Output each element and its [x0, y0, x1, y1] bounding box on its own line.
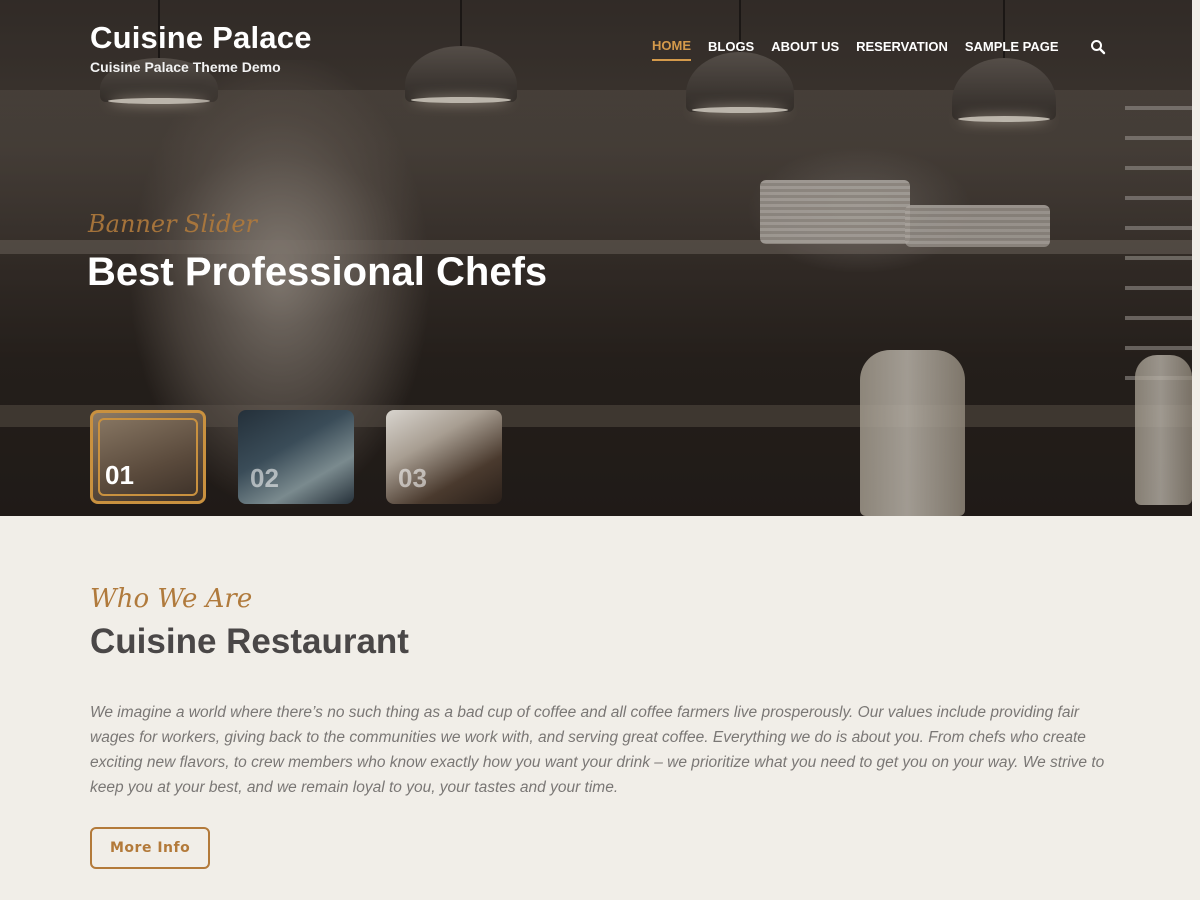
site-branding: Cuisine Palace Cuisine Palace Theme Demo	[90, 20, 312, 75]
main-navigation: HOME BLOGS ABOUT US RESERVATION SAMPLE P…	[652, 38, 1106, 61]
nav-item-home[interactable]: HOME	[652, 38, 691, 61]
section-heading: Cuisine Restaurant	[90, 622, 409, 661]
slide-number: 03	[398, 463, 427, 493]
site-title[interactable]: Cuisine Palace	[90, 20, 312, 56]
more-info-button[interactable]: More Info	[90, 827, 211, 869]
about-section: Who We Are Cuisine Restaurant We imagine…	[90, 584, 1110, 869]
nav-item-about-us[interactable]: ABOUT US	[771, 39, 839, 60]
slide-number: 02	[250, 463, 279, 493]
slide-number: 01	[105, 460, 134, 490]
slider-eyebrow: Banner Slider	[88, 210, 257, 238]
slider-thumbnails: 01 02 03	[90, 410, 534, 504]
search-icon[interactable]	[1090, 39, 1106, 55]
slider-title: Best Professional Chefs	[87, 250, 548, 294]
nav-item-reservation[interactable]: RESERVATION	[856, 39, 948, 60]
section-body: We imagine a world where there’s no such…	[90, 704, 1105, 796]
nav-item-sample-page[interactable]: SAMPLE PAGE	[965, 39, 1059, 60]
slide-thumbnail-3[interactable]: 03	[386, 410, 502, 504]
slide-thumbnail-1[interactable]: 01	[90, 410, 206, 504]
nav-item-blogs[interactable]: BLOGS	[708, 39, 754, 60]
slide-thumbnail-2[interactable]: 02	[238, 410, 354, 504]
site-tagline: Cuisine Palace Theme Demo	[90, 59, 281, 75]
hero-banner: Cuisine Palace Cuisine Palace Theme Demo…	[0, 0, 1192, 516]
section-eyebrow: Who We Are	[90, 584, 253, 614]
